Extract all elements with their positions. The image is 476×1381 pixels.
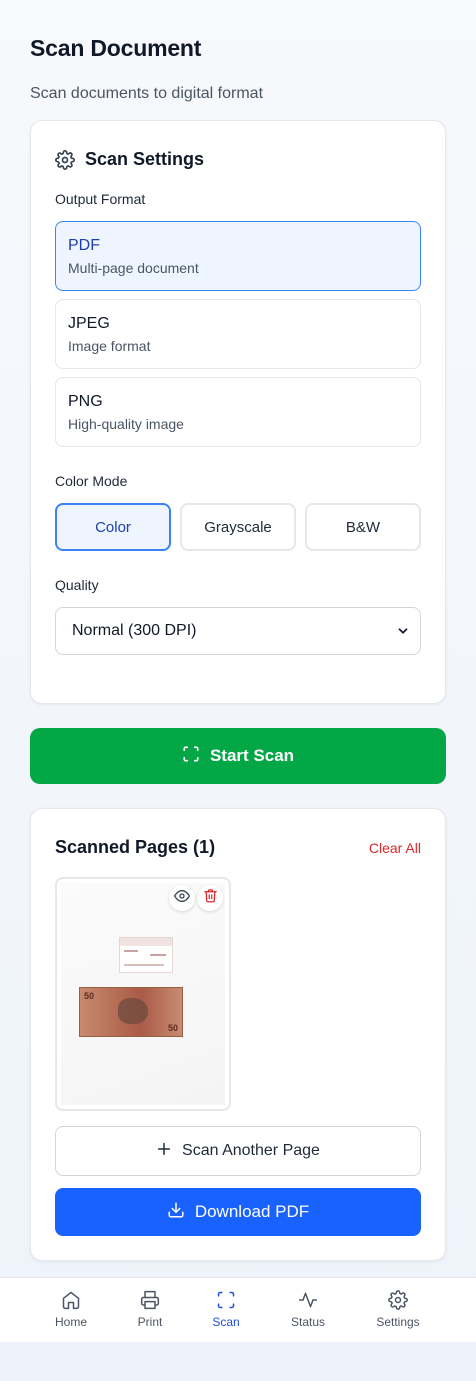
nav-item-status[interactable]: Status — [268, 1290, 348, 1329]
scan-settings-card: Scan Settings Output Format PDF Multi-pa… — [30, 120, 446, 704]
format-description: High-quality image — [68, 416, 184, 432]
scanned-banknote-image: 50 50 — [79, 987, 183, 1037]
start-scan-label: Start Scan — [209, 746, 295, 765]
color-mode-color-button[interactable]: Color — [55, 503, 171, 551]
nav-item-home[interactable]: Home — [31, 1290, 111, 1329]
format-option-pdf[interactable]: PDF Multi-page document — [55, 221, 421, 291]
nav-label: Scan — [212, 1315, 240, 1329]
scan-page: Scan Document Scan documents to digital … — [0, 0, 476, 1381]
nav-label: Status — [290, 1315, 326, 1329]
scanned-ticket-image — [119, 937, 173, 973]
scan-settings-header: Scan Settings — [55, 149, 204, 170]
format-name: PNG — [68, 393, 103, 410]
scan-frame-icon — [216, 1290, 236, 1310]
scan-another-page-label: Scan Another Page — [182, 1142, 320, 1159]
scanned-page-thumbnail[interactable]: 50 50 — [55, 877, 231, 1111]
scan-frame-icon — [182, 745, 200, 768]
color-mode-label: Color Mode — [55, 473, 128, 489]
scanned-pages-card: Scanned Pages (1) Clear All 50 50 Scan A… — [30, 808, 446, 1261]
home-icon — [61, 1290, 81, 1310]
color-mode-group: Color Grayscale B&W — [55, 503, 421, 551]
page-subtitle: Scan documents to digital format — [30, 85, 264, 102]
bottom-navigation: Home Print Scan Status Settings — [0, 1277, 476, 1342]
output-format-label: Output Format — [55, 191, 146, 207]
scan-another-page-button[interactable]: Scan Another Page — [55, 1126, 421, 1176]
page-header: Scan Document Scan documents to digital … — [30, 34, 446, 104]
color-mode-grayscale-button[interactable]: Grayscale — [180, 503, 296, 551]
format-option-jpeg[interactable]: JPEG Image format — [55, 299, 421, 369]
quality-selected-value: Normal (300 DPI) — [72, 622, 197, 639]
scanned-page-image: 50 50 — [61, 883, 225, 1105]
activity-icon — [298, 1290, 318, 1310]
gear-icon — [55, 149, 75, 170]
format-option-png[interactable]: PNG High-quality image — [55, 377, 421, 447]
eye-icon — [174, 888, 190, 909]
page-title: Scan Document — [30, 35, 202, 61]
format-name: PDF — [68, 237, 100, 254]
preview-page-button[interactable] — [169, 885, 195, 911]
nav-item-settings[interactable]: Settings — [358, 1290, 438, 1329]
scan-settings-title: Scan Settings — [85, 149, 205, 169]
delete-page-button[interactable] — [197, 885, 223, 911]
quality-label: Quality — [55, 577, 99, 593]
quality-select[interactable]: Normal (300 DPI) — [55, 607, 421, 655]
format-description: Image format — [68, 338, 151, 354]
trash-icon — [203, 888, 218, 908]
download-pdf-button[interactable]: Download PDF — [55, 1188, 421, 1236]
format-name: JPEG — [68, 315, 110, 332]
scanned-pages-header: Scanned Pages (1) Clear All — [55, 837, 421, 858]
clear-all-button[interactable]: Clear All — [369, 840, 421, 856]
nav-label: Print — [137, 1315, 163, 1329]
nav-label: Home — [54, 1315, 87, 1329]
scanned-pages-title: Scanned Pages (1) — [55, 837, 216, 857]
format-description: Multi-page document — [68, 260, 199, 276]
download-pdf-label: Download PDF — [194, 1202, 310, 1221]
nav-item-print[interactable]: Print — [110, 1290, 190, 1329]
download-icon — [167, 1201, 185, 1224]
gear-icon — [388, 1290, 408, 1310]
plus-icon — [156, 1141, 172, 1162]
color-mode-bw-button[interactable]: B&W — [305, 503, 421, 551]
start-scan-button[interactable]: Start Scan — [30, 728, 446, 784]
nav-label: Settings — [376, 1315, 420, 1329]
nav-item-scan[interactable]: Scan — [186, 1290, 266, 1329]
printer-icon — [140, 1290, 160, 1310]
chevron-down-icon — [396, 624, 410, 638]
